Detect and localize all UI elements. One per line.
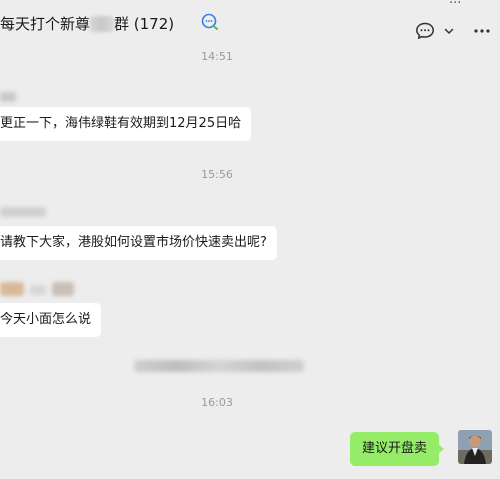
more-dots-icon[interactable] [472,21,492,41]
redacted-sender-name [0,92,16,102]
incoming-message[interactable]: 请教下大家，港股如何设置市场价快速卖出呢? [0,226,277,260]
window-menu-dots[interactable]: ··· [449,0,461,11]
chat-title-prefix: 每天打个新尊 [0,15,91,33]
chat-bubble-ring-icon[interactable] [201,13,219,31]
chat-title[interactable]: 每天打个新尊 群 (172) [0,13,174,34]
outgoing-message[interactable]: 建议开盘卖 [350,432,445,466]
incoming-message[interactable]: 今天小面怎么说 [0,303,102,337]
message-text: 更正一下，海伟绿鞋有效期到12月25日哈 [0,116,242,131]
message-text: 建议开盘卖 [362,441,428,456]
chat-header: 每天打个新尊 群 (172) ··· [0,0,500,46]
avatar-image [458,430,492,464]
avatar[interactable] [458,430,492,464]
chat-bubble-icon[interactable] [415,21,435,41]
message-timestamp: 15:56 [201,168,233,181]
chevron-down-icon[interactable] [443,25,455,37]
redacted-title-part [90,16,115,32]
message-text: 今天小面怎么说 [0,312,92,327]
redacted-system-message [134,360,304,372]
message-timestamp: 14:51 [201,50,233,63]
redacted-sender-name [52,282,74,296]
redacted-sender-name [30,285,46,295]
chat-window: 每天打个新尊群 (172) ··· 14:51 更正一下，海伟绿鞋有效期到12月… [0,0,500,479]
redacted-sender-name [0,282,24,296]
chat-title-suffix: 群 (172) [114,15,175,33]
incoming-message[interactable]: 更正一下，海伟绿鞋有效期到12月25日哈 [0,107,252,141]
message-text: 请教下大家，港股如何设置市场价快速卖出呢? [0,235,267,250]
message-timestamp: 16:03 [201,396,233,409]
redacted-sender-name [0,207,46,217]
